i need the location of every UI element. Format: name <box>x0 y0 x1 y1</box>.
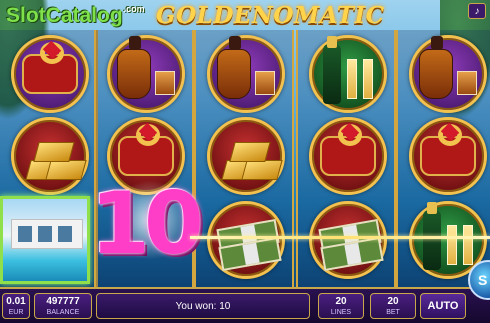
gold-bars-symbol <box>2 114 98 198</box>
gold-bars-symbol <box>198 114 294 198</box>
cognac-bottle-icon <box>217 36 251 99</box>
whisky-glass-icon <box>457 71 477 95</box>
cash-stack-symbol <box>300 198 396 282</box>
cognac-bottle-icon <box>117 36 151 99</box>
site-logo-sub: .com <box>123 4 145 14</box>
gold-bar-icon <box>229 142 271 162</box>
coin-value-box[interactable]: 0.01 EUR <box>2 293 30 319</box>
bet-label: BET <box>386 309 400 316</box>
game-scene: SlotCatalog.com GOLDENOMATIC ♪ 10 <box>0 0 490 290</box>
balance-value: 497777 <box>46 296 80 307</box>
champagne-bottle-icon <box>423 202 441 270</box>
cognac-symbol <box>98 32 194 116</box>
reel-5 <box>396 30 490 287</box>
symbol-medallion <box>107 35 185 113</box>
coin-label: EUR <box>8 309 24 316</box>
speaker-icon: ♪ <box>474 5 480 17</box>
lines-box[interactable]: 20 LINES <box>318 293 364 319</box>
symbol-medallion <box>207 117 285 195</box>
cash-stack-symbol <box>198 198 294 282</box>
balance-label: BALANCE <box>46 309 80 316</box>
whisky-glass-icon <box>255 71 275 95</box>
champagne-flute-icon <box>447 225 457 265</box>
sound-button[interactable]: ♪ <box>468 3 486 19</box>
champagne-flute-icon <box>347 59 357 99</box>
reels-area <box>0 30 490 287</box>
house-icon <box>11 219 83 249</box>
win-amount-display: 10 <box>90 174 204 274</box>
cognac-bottle-icon <box>419 36 453 99</box>
cognac-symbol <box>400 32 490 116</box>
balance-box: 497777 BALANCE <box>34 293 92 319</box>
symbol-medallion <box>207 201 285 279</box>
symbol-medallion <box>309 35 387 113</box>
bet-box[interactable]: 20 BET <box>370 293 416 319</box>
auto-button[interactable]: AUTO <box>420 293 466 319</box>
site-logo: SlotCatalog.com <box>6 4 145 28</box>
gold-bar-icon <box>45 160 87 180</box>
symbol-medallion <box>309 117 387 195</box>
reel-3 <box>194 30 294 287</box>
cushion-ring-symbol <box>400 114 490 198</box>
spin-icon: S <box>478 272 488 288</box>
gold-bar-icon <box>241 160 283 180</box>
symbol-medallion <box>11 117 89 195</box>
symbol-medallion <box>409 117 487 195</box>
cushion-ring-symbol <box>300 114 396 198</box>
win-line <box>190 236 490 239</box>
bottom-control-bar: 0.01 EUR 497777 BALANCE You won: 10 20 L… <box>0 287 490 323</box>
red-cushion-icon <box>22 40 78 94</box>
site-logo-main: SlotCatalog <box>6 4 123 27</box>
lines-value: 20 <box>335 296 347 307</box>
bet-value: 20 <box>387 296 399 307</box>
game-title: GOLDENOMATIC <box>156 2 385 29</box>
whisky-glass-icon <box>155 71 175 95</box>
symbol-medallion <box>409 35 487 113</box>
symbol-medallion <box>309 201 387 279</box>
champagne-bottle-icon <box>323 36 341 104</box>
reel-4 <box>296 30 396 287</box>
champagne-flute-icon <box>463 225 473 265</box>
gold-bar-icon <box>33 142 75 162</box>
champagne-flute-icon <box>363 59 373 99</box>
red-cushion-icon <box>420 122 476 176</box>
lines-label: LINES <box>330 309 352 316</box>
cushion-ring-symbol <box>2 32 98 116</box>
symbol-medallion <box>11 35 89 113</box>
champagne-symbol <box>300 32 396 116</box>
cognac-symbol <box>198 32 294 116</box>
win-message: You won: 10 <box>96 293 310 319</box>
coin-value: 0.01 <box>6 296 26 307</box>
mansion-symbol <box>0 196 90 284</box>
red-cushion-icon <box>320 122 376 176</box>
symbol-medallion <box>207 35 285 113</box>
